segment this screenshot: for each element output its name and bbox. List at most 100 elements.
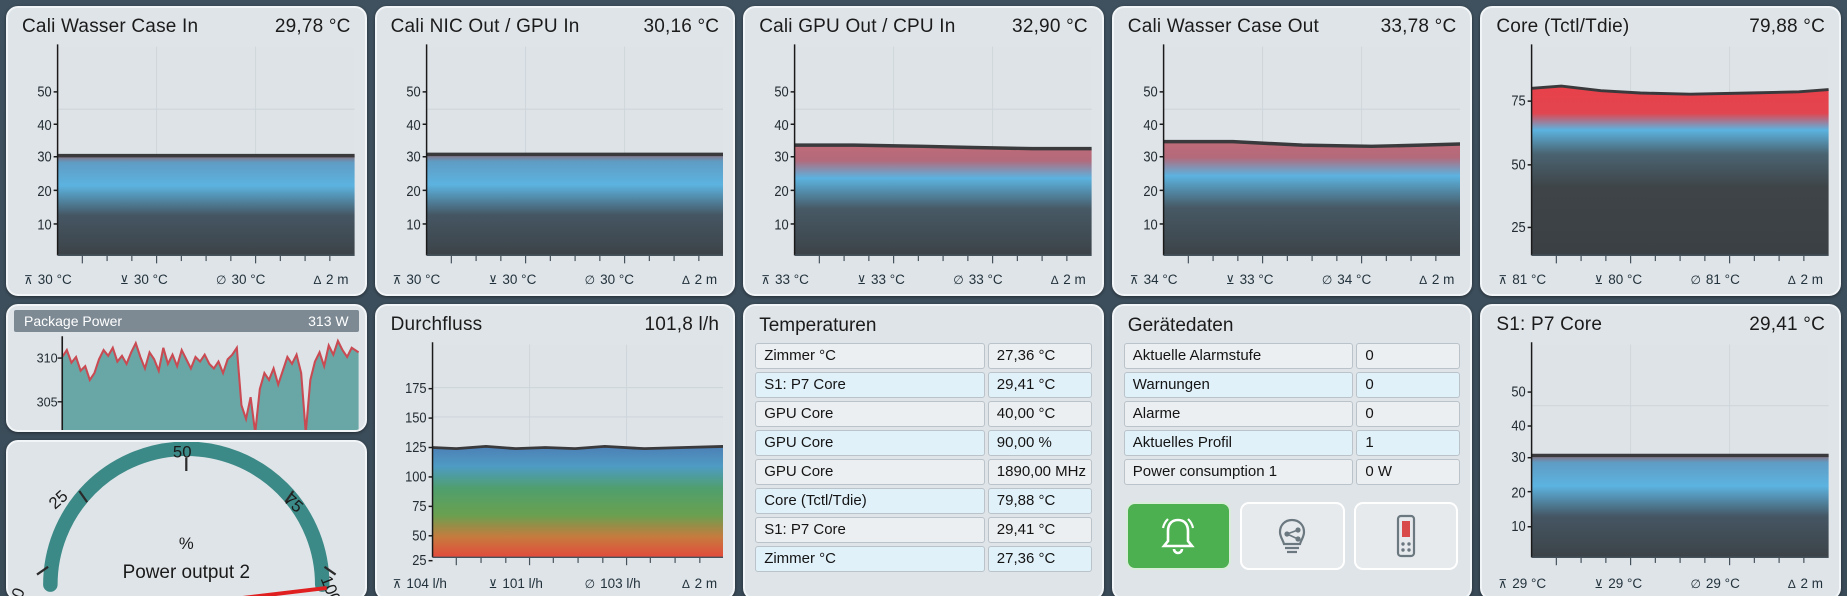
svg-text:75: 75 <box>1512 92 1527 109</box>
min-icon: ⊻ <box>1225 273 1235 287</box>
panel-power-output-gauge[interactable]: 0 25 50 75 100 % Power output 2 <box>6 440 367 596</box>
average-icon: ∅ <box>216 273 227 287</box>
delta-time-icon: ∆ <box>1050 273 1059 287</box>
table-row[interactable]: Warnungen 0 <box>1123 372 1461 398</box>
delta-time-icon: ∆ <box>682 577 690 591</box>
svg-text:305: 305 <box>37 395 58 409</box>
stat-min-value: 30 °C <box>502 272 537 287</box>
stat-min: ⊻ 30 °C <box>120 272 168 287</box>
panel-value: 313 W <box>308 313 349 329</box>
graph-area[interactable]: 50 40 30 20 10 <box>755 42 1092 268</box>
stat-max: ⊼ 104 l/h <box>393 576 447 591</box>
panel-package-power[interactable]: Package Power 313 W 310 305 <box>6 304 367 432</box>
table-row[interactable]: Zimmer °C 27,36 °C <box>755 343 1092 369</box>
panel-geraetedaten[interactable]: Gerätedaten Aktuelle Alarmstufe 0 Warnunge… <box>1111 304 1473 596</box>
panel-cali-wasser-case-in[interactable]: Cali Wasser Case In 29,78 °C 50 40 30 20… <box>6 6 367 296</box>
panel-title: Temperaturen <box>759 315 877 336</box>
delta-time-icon: ∆ <box>1788 577 1796 591</box>
stat-max-value: 30 °C <box>37 272 72 287</box>
panel-footer-stats: ⊼ 30 °C ⊻ 30 °C ∅ 30 °C ∆ 2 m <box>377 268 734 294</box>
alarm-bell-icon <box>1161 518 1195 555</box>
stat-span: ∆ 2 m <box>682 576 717 591</box>
stat-min-value: 101 l/h <box>502 576 543 591</box>
graph-area[interactable]: 175 150 125 100 75 50 25 <box>387 340 724 572</box>
graph-area[interactable]: 50 40 30 20 10 <box>387 42 724 268</box>
svg-text:175: 175 <box>405 379 427 396</box>
device-row-value: 0 <box>1356 401 1461 427</box>
svg-text:20: 20 <box>37 182 51 199</box>
table-row[interactable]: Aktuelles Profil 1 <box>1123 430 1461 456</box>
panel-title: Core (Tctl/Tdie) <box>1496 16 1630 37</box>
graph-area[interactable]: 75 50 25 <box>1492 42 1829 268</box>
stat-max: ⊼ 33 °C <box>761 272 809 287</box>
panel-cali-wasser-case-out[interactable]: Cali Wasser Case Out 33,78 °C 50 40 30 20 1… <box>1111 6 1473 296</box>
temperature-row-label: Zimmer °C <box>755 343 985 369</box>
stat-avg-value: 30 °C <box>600 272 634 287</box>
table-row[interactable]: GPU Core 1890,00 MHz <box>755 459 1092 485</box>
panel-header: Cali Wasser Case Out 33,78 °C <box>1114 8 1471 42</box>
stat-avg-value: 29 °C <box>1705 576 1740 591</box>
gauge-area[interactable]: 0 25 50 75 100 % Power output 2 <box>8 442 365 596</box>
panel-core-tctl-tdie[interactable]: Core (Tctl/Tdie) 79,88 °C 75 50 25 ⊼ 81 … <box>1480 6 1841 296</box>
panel-temperaturen[interactable]: Temperaturen Zimmer °C 27,36 °C S1: P7 Cor… <box>743 304 1104 596</box>
panel-title: Cali Wasser Case In <box>22 16 199 37</box>
average-icon: ∅ <box>1321 273 1333 287</box>
gauge-unit: % <box>179 534 194 553</box>
delta-time-icon: ∆ <box>313 273 322 287</box>
table-row[interactable]: Alarme 0 <box>1123 401 1461 427</box>
svg-text:20: 20 <box>775 182 790 199</box>
alarm-bell-button[interactable] <box>1125 502 1231 570</box>
panel-footer-stats: ⊼ 29 °C ⊻ 29 °C ∅ 29 °C ∆ 2 m <box>1482 572 1839 596</box>
panel-title: Cali Wasser Case Out <box>1127 16 1320 37</box>
stat-span: ∆ 2 m <box>1788 576 1823 591</box>
stat-span-value: 2 m <box>1800 576 1823 591</box>
device-row-value: 0 <box>1356 372 1461 398</box>
table-row[interactable]: S1: P7 Core 29,41 °C <box>755 517 1092 543</box>
device-row-label: Alarme <box>1123 401 1354 427</box>
panel-footer-stats: ⊼ 34 °C ⊻ 33 °C ∅ 34 °C ∆ 2 m <box>1114 268 1471 294</box>
temperature-row-label: Zimmer °C <box>755 546 985 572</box>
dashboard-root: Cali Wasser Case In 29,78 °C 50 40 30 20… <box>0 0 1847 596</box>
panel-s1-p7-core[interactable]: S1: P7 Core 29,41 °C 50 40 30 20 10 ⊼ 29… <box>1480 304 1841 596</box>
device-panel-button[interactable] <box>1353 502 1459 570</box>
panel-cali-nic-out-gpu-in[interactable]: Cali NIC Out / GPU In 30,16 °C 50 40 30 20… <box>374 6 736 296</box>
panel-durchfluss[interactable]: Durchfluss 101,8 l/h 175 150 125 100 75 … <box>374 304 736 596</box>
graph-area[interactable]: 310 305 <box>14 334 359 430</box>
stat-min: ⊻ 80 °C <box>1594 272 1642 287</box>
stat-max: ⊼ 30 °C <box>393 272 441 287</box>
table-row[interactable]: Aktuelle Alarmstufe 0 <box>1123 343 1461 369</box>
temperature-row-label: S1: P7 Core <box>755 372 985 398</box>
stat-avg: ∅ 30 °C <box>216 272 265 287</box>
table-row[interactable]: Core (Tctl/Tdie) 79,88 °C <box>755 488 1092 514</box>
gauge-tick-50: 50 <box>173 443 192 462</box>
lightbulb-button[interactable] <box>1239 502 1345 570</box>
stat-avg-value: 81 °C <box>1705 272 1740 287</box>
temperature-row-value: 27,36 °C <box>987 343 1092 369</box>
panel-title: Durchfluss <box>390 314 483 335</box>
table-row[interactable]: Power consumption 10 W <box>1123 459 1461 485</box>
graph-area[interactable]: 50 40 30 20 10 <box>1492 340 1829 572</box>
svg-text:20: 20 <box>1143 182 1158 199</box>
table-row[interactable]: Zimmer °C 27,36 °C <box>755 546 1092 572</box>
stat-max: ⊼ 81 °C <box>1498 272 1546 287</box>
graph-area[interactable]: 50 40 30 20 10 <box>18 42 355 268</box>
device-panel-icon <box>1396 514 1416 558</box>
min-icon: ⊻ <box>1594 273 1604 287</box>
stat-min: ⊻ 33 °C <box>1226 272 1274 287</box>
min-icon: ⊻ <box>488 577 498 591</box>
stat-span: ∆ 2 m <box>1788 272 1823 287</box>
panel-header: Cali NIC Out / GPU In 30,16 °C <box>377 8 734 42</box>
gauge-label: Power output 2 <box>123 562 250 583</box>
temperature-graph: 50 40 30 20 10 <box>1512 342 1829 566</box>
temperature-graph: 75 50 25 <box>1512 44 1829 264</box>
table-row[interactable]: GPU Core 90,00 % <box>755 430 1092 456</box>
stat-max-value: 30 °C <box>406 272 441 287</box>
graph-area[interactable]: 50 40 30 20 10 <box>1124 42 1461 268</box>
panel-cali-gpu-out-cpu-in[interactable]: Cali GPU Out / CPU In 32,90 °C 50 40 30 … <box>743 6 1104 296</box>
svg-text:75: 75 <box>412 497 427 514</box>
stat-span-value: 2 m <box>1431 272 1455 287</box>
table-row[interactable]: S1: P7 Core 29,41 °C <box>755 372 1092 398</box>
svg-text:25: 25 <box>412 551 427 568</box>
table-row[interactable]: GPU Core 40,00 °C <box>755 401 1092 427</box>
svg-text:10: 10 <box>37 216 51 233</box>
